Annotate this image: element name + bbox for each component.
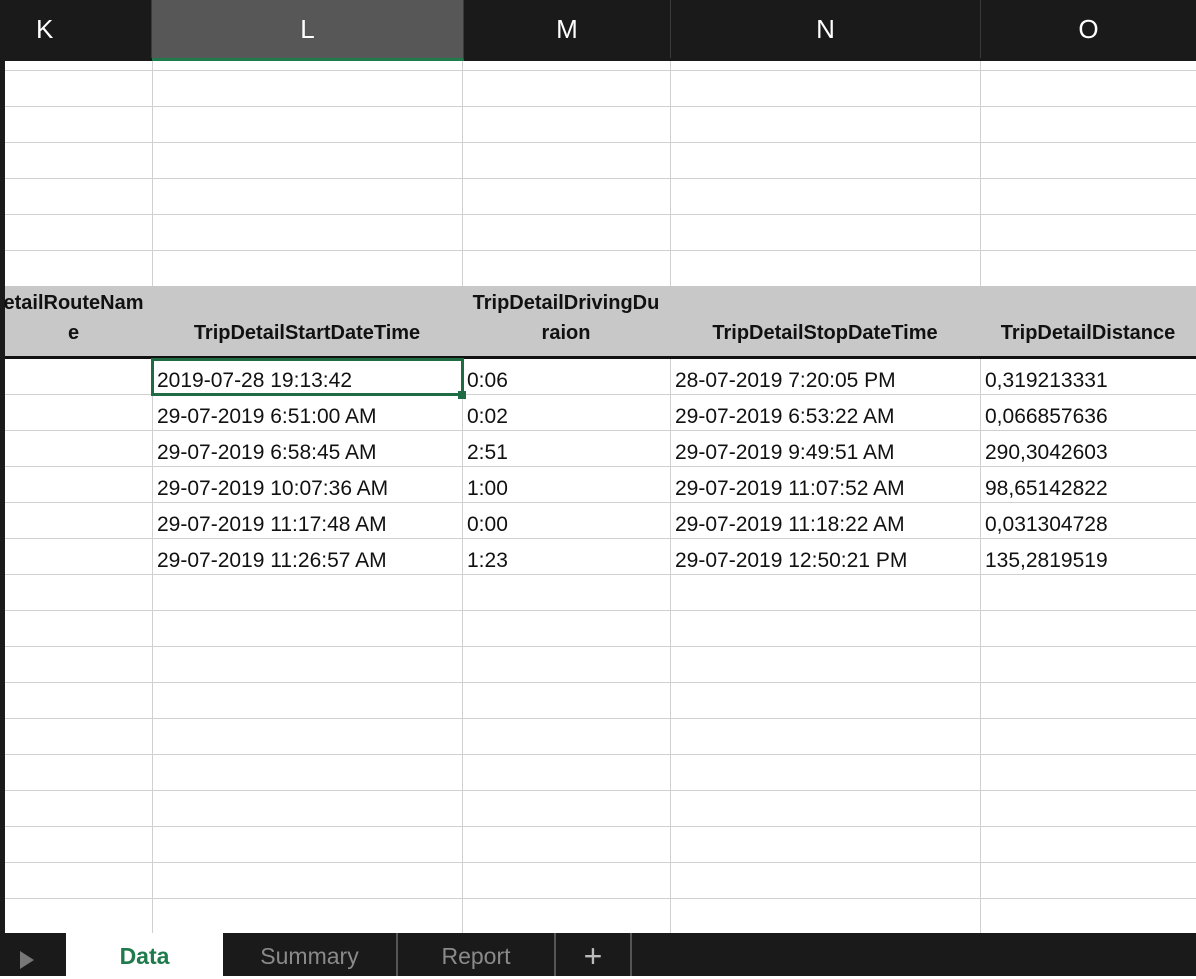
header-cell-n-line2: TripDetailStopDateTime: [712, 322, 938, 344]
sheet-tab-data[interactable]: Data: [66, 933, 223, 976]
table-header-row: etailRouteNam e TripDetailStartDateTime …: [3, 286, 1196, 359]
column-header-k[interactable]: K: [0, 0, 152, 58]
header-cell-k-line2: e: [67, 322, 80, 344]
header-cell-m-line2: raion: [541, 322, 591, 344]
cell-o[interactable]: 98,65142822: [980, 470, 1196, 506]
cell-m[interactable]: 0:00: [462, 506, 670, 542]
header-cell-l[interactable]: TripDetailStartDateTime: [152, 286, 462, 356]
header-cell-m-line1: TripDetailDrivingDu: [472, 292, 660, 314]
plus-icon: +: [583, 938, 603, 974]
cell-o[interactable]: 290,3042603: [980, 434, 1196, 470]
header-cell-n[interactable]: TripDetailStopDateTime: [670, 286, 980, 356]
column-header-m[interactable]: M: [464, 0, 671, 58]
cell-l[interactable]: 29-07-2019 6:58:45 AM: [152, 434, 464, 470]
cell-n[interactable]: 28-07-2019 7:20:05 PM: [670, 362, 980, 398]
cell-n[interactable]: 29-07-2019 6:53:22 AM: [670, 398, 980, 434]
play-arrow-icon: [20, 951, 34, 969]
cell-k[interactable]: [5, 398, 152, 434]
cell-m[interactable]: 0:06: [462, 362, 670, 398]
sheet-tab-summary[interactable]: Summary: [223, 933, 398, 976]
column-header-o[interactable]: O: [981, 0, 1196, 58]
sheet-tab-bar: Data Summary Report +: [0, 933, 1196, 976]
column-header-l[interactable]: L: [152, 0, 464, 61]
cell-k[interactable]: [5, 470, 152, 506]
add-sheet-button[interactable]: +: [556, 933, 632, 976]
header-cell-k[interactable]: etailRouteNam e: [0, 286, 152, 356]
table-row: 29-07-2019 11:17:48 AM 0:00 29-07-2019 1…: [0, 506, 1196, 542]
cell-k[interactable]: [5, 362, 152, 398]
cell-o[interactable]: 0,066857636: [980, 398, 1196, 434]
cell-k[interactable]: [5, 506, 152, 542]
header-cell-k-line1: etailRouteNam: [3, 292, 144, 314]
cell-m[interactable]: 1:23: [462, 542, 670, 578]
cell-k[interactable]: [5, 434, 152, 470]
cell-l[interactable]: 29-07-2019 11:17:48 AM: [152, 506, 464, 542]
header-cell-l-line2: TripDetailStartDateTime: [193, 322, 421, 344]
cell-l[interactable]: 29-07-2019 10:07:36 AM: [152, 470, 464, 506]
cell-m[interactable]: 0:02: [462, 398, 670, 434]
active-cell-border: [151, 358, 464, 396]
cell-k[interactable]: [5, 542, 152, 578]
cell-o[interactable]: 0,319213331: [980, 362, 1196, 398]
table-row: 29-07-2019 6:58:45 AM 2:51 29-07-2019 9:…: [0, 434, 1196, 470]
cell-l[interactable]: 29-07-2019 11:26:57 AM: [152, 542, 464, 578]
cell-o[interactable]: 0,031304728: [980, 506, 1196, 542]
column-header-bar: K L M N O: [0, 0, 1196, 61]
cell-m[interactable]: 1:00: [462, 470, 670, 506]
cell-l[interactable]: 29-07-2019 6:51:00 AM: [152, 398, 464, 434]
table-row: 29-07-2019 11:26:57 AM 1:23 29-07-2019 1…: [0, 542, 1196, 578]
header-cell-m[interactable]: TripDetailDrivingDu raion: [462, 286, 670, 356]
cell-n[interactable]: 29-07-2019 12:50:21 PM: [670, 542, 980, 578]
cell-n[interactable]: 29-07-2019 9:49:51 AM: [670, 434, 980, 470]
scroll-tabs-button[interactable]: [0, 933, 66, 976]
cell-n[interactable]: 29-07-2019 11:18:22 AM: [670, 506, 980, 542]
fill-handle[interactable]: [458, 391, 466, 399]
header-cell-o[interactable]: TripDetailDistance: [980, 286, 1196, 356]
header-cell-o-line2: TripDetailDistance: [1000, 322, 1176, 344]
sheet-tab-report[interactable]: Report: [398, 933, 556, 976]
column-header-n[interactable]: N: [671, 0, 981, 58]
cell-m[interactable]: 2:51: [462, 434, 670, 470]
table-row: 29-07-2019 10:07:36 AM 1:00 29-07-2019 1…: [0, 470, 1196, 506]
table-row: 29-07-2019 6:51:00 AM 0:02 29-07-2019 6:…: [0, 398, 1196, 434]
cell-n[interactable]: 29-07-2019 11:07:52 AM: [670, 470, 980, 506]
cell-o[interactable]: 135,2819519: [980, 542, 1196, 578]
